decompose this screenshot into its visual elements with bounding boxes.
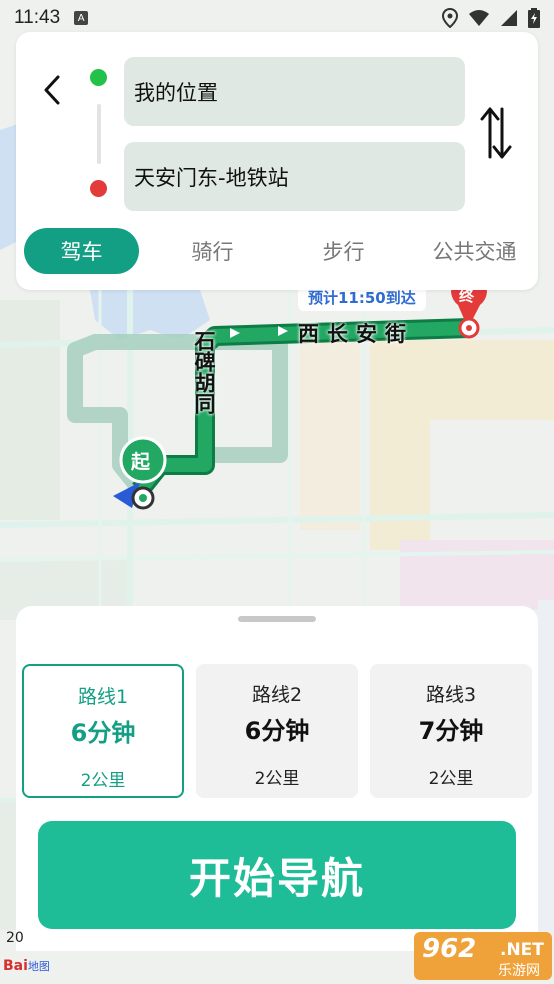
route-option-1[interactable]: 路线1 6分钟 2公里 [22, 664, 184, 798]
destination-field[interactable]: 天安门东-地铁站 [124, 142, 465, 211]
back-button[interactable] [34, 70, 70, 110]
route-option-3[interactable]: 路线3 7分钟 2公里 [370, 664, 532, 798]
watermark-logo: 962 .NET 乐游网 [414, 932, 552, 980]
back-arrow-icon [44, 75, 60, 105]
notification-a-icon: A [74, 11, 89, 25]
route-options-sheet: 路线1 6分钟 2公里 路线2 6分钟 2公里 路线3 7分钟 2公里 开始导航 [16, 606, 538, 951]
route-name: 路线3 [425, 684, 477, 706]
baidu-logo-text: Bai [3, 958, 28, 974]
status-bar: 11:43 A [0, 0, 554, 36]
route-distance: 2公里 [428, 769, 474, 789]
swap-arrows-icon [480, 107, 512, 159]
route-search-card: 我的位置 天安门东-地铁站 驾车 骑行 步行 公共交通 [16, 32, 538, 290]
street-label-changan: 西长安街 [298, 322, 414, 346]
watermark-sub: 乐游网 [498, 963, 540, 979]
sheet-drag-handle[interactable] [238, 616, 316, 622]
status-time: 11:43 [14, 7, 61, 28]
end-dot-icon [90, 180, 107, 197]
baidu-map-logo: Bai地图 [3, 958, 50, 974]
location-icon [442, 8, 458, 28]
tab-cycling[interactable]: 骑行 [155, 228, 270, 274]
route-distance: 2公里 [254, 769, 300, 789]
route-connector [97, 104, 101, 164]
route-time: 6分钟 [244, 717, 310, 745]
watermark-net: .NET [500, 940, 544, 960]
battery-icon [528, 8, 540, 28]
tab-walking[interactable]: 步行 [286, 228, 401, 274]
route-name: 路线2 [251, 684, 303, 706]
origin-field[interactable]: 我的位置 [124, 57, 465, 126]
tab-transit[interactable]: 公共交通 [417, 228, 532, 274]
route-distance: 2公里 [80, 771, 126, 791]
swap-button[interactable] [476, 104, 516, 162]
route-time: 7分钟 [418, 717, 484, 745]
map-scale-label: 20 [6, 930, 24, 946]
start-marker-label: 起 [131, 451, 151, 473]
baidu-logo-sub: 地图 [27, 960, 50, 973]
wifi-icon [469, 10, 489, 26]
route-option-2[interactable]: 路线2 6分钟 2公里 [196, 664, 358, 798]
street-label-shibei: 石碑胡同 [192, 330, 216, 414]
signal-icon [501, 10, 517, 26]
tab-driving[interactable]: 驾车 [24, 228, 139, 274]
route-time: 6分钟 [70, 719, 136, 747]
route-name: 路线1 [77, 686, 129, 708]
start-navigation-button[interactable]: 开始导航 [38, 821, 516, 929]
watermark-main: 962 [422, 934, 477, 964]
travel-mode-tabs: 驾车 骑行 步行 公共交通 [24, 228, 534, 274]
start-dot-icon [90, 69, 107, 86]
